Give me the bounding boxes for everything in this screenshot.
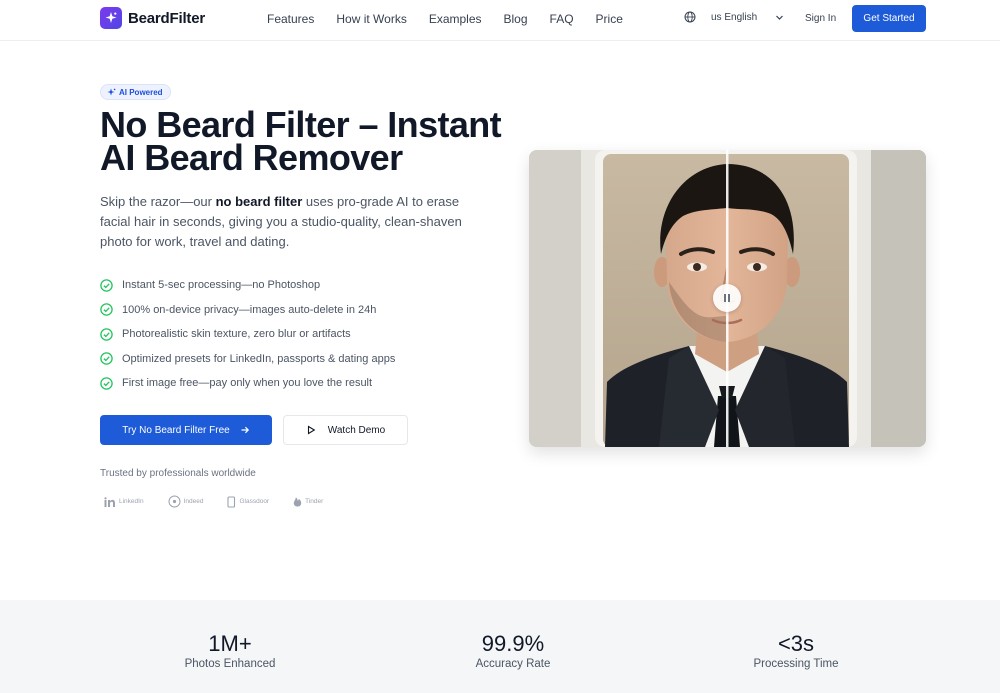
- page-title: No Beard Filter – Instant AI Beard Remov…: [100, 107, 520, 178]
- linkedin-label: LinkedIn: [119, 498, 144, 505]
- glassdoor-logo: Glassdoor: [227, 495, 270, 508]
- feature-item: Optimized presets for LinkedIn, passport…: [100, 347, 395, 372]
- indeed-label: Indeed: [183, 498, 204, 505]
- stat-value: <3s: [777, 631, 815, 656]
- linkedin-logo: LinkedIn: [104, 496, 144, 507]
- nav-link-blog[interactable]: Blog: [504, 12, 528, 26]
- watch-demo-button[interactable]: Watch Demo: [283, 415, 408, 445]
- check-circle-icon: [100, 328, 113, 341]
- sign-in-link[interactable]: Sign In: [805, 13, 836, 24]
- feature-item: 100% on-device privacy—images auto-delet…: [100, 298, 395, 323]
- indeed-logo: Indeed: [168, 495, 204, 508]
- indeed-icon: [168, 495, 181, 508]
- nav-link-how-it-works[interactable]: How it Works: [336, 12, 406, 26]
- watch-demo-label: Watch Demo: [327, 424, 386, 436]
- arrow-right-icon: [241, 426, 249, 434]
- sparkle-icon: [107, 88, 116, 95]
- ai-powered-badge: AI Powered: [100, 84, 171, 100]
- stat-label: Processing Time: [753, 658, 839, 670]
- try-free-label: Try No Beard Filter Free: [122, 424, 230, 436]
- top-navbar: BeardFilter Features How it Works Exampl…: [0, 0, 1000, 41]
- check-circle-icon: [100, 377, 113, 390]
- feature-text: Instant 5-sec processing—no Photoshop: [122, 279, 321, 292]
- glassdoor-icon: [227, 495, 236, 508]
- stat-label: Photos Enhanced: [184, 658, 276, 670]
- badge-label: AI Powered: [119, 87, 163, 97]
- intro-text-start: Skip the razor—our: [100, 194, 216, 209]
- check-circle-icon: [100, 352, 113, 365]
- tinder-label: Tinder: [305, 498, 324, 505]
- intro-keyword: no beard filter: [215, 194, 303, 209]
- chevron-down-icon: [776, 15, 784, 20]
- partner-logos: LinkedIn Indeed Glassdoor Tinder: [104, 495, 347, 508]
- feature-list: Instant 5-sec processing—no Photoshop 10…: [100, 273, 395, 396]
- nav-link-faq[interactable]: FAQ: [550, 12, 574, 26]
- tinder-logo: Tinder: [293, 496, 323, 507]
- title-line-2: AI Beard Remover: [100, 137, 403, 178]
- brand-name: BeardFilter: [128, 9, 205, 27]
- brand[interactable]: BeardFilter: [100, 7, 205, 29]
- hero-intro: Skip the razor—our no beard filter uses …: [100, 192, 490, 252]
- stat-photos-enhanced: 1M+ Photos Enhanced: [140, 631, 320, 671]
- get-started-button[interactable]: Get Started: [852, 5, 926, 32]
- linkedin-icon: [104, 496, 115, 507]
- stats-section: 1M+ Photos Enhanced 99.9% Accuracy Rate …: [0, 600, 1000, 693]
- trusted-by-label: Trusted by professionals worldwide: [100, 468, 256, 479]
- feature-text: Photorealistic skin texture, zero blur o…: [122, 328, 351, 341]
- feature-item: Photorealistic skin texture, zero blur o…: [100, 322, 395, 347]
- nav-link-examples[interactable]: Examples: [429, 12, 482, 26]
- pause-icon: [724, 294, 730, 302]
- stat-value: 1M+: [208, 631, 252, 656]
- flame-icon: [293, 497, 302, 507]
- feature-text: 100% on-device privacy—images auto-delet…: [122, 303, 377, 316]
- stat-accuracy-rate: 99.9% Accuracy Rate: [423, 631, 603, 671]
- feature-text: Optimized presets for LinkedIn, passport…: [122, 352, 396, 365]
- comparison-slider-handle[interactable]: [713, 284, 741, 312]
- nav-links: Features How it Works Examples Blog FAQ …: [267, 12, 645, 26]
- nav-link-price[interactable]: Price: [596, 12, 623, 26]
- play-icon: [307, 425, 316, 435]
- language-selector[interactable]: us English: [684, 11, 784, 23]
- feature-item: First image free—pay only when you love …: [100, 371, 395, 396]
- check-circle-icon: [100, 279, 113, 292]
- stat-label: Accuracy Rate: [475, 658, 551, 670]
- language-label: us English: [711, 11, 758, 23]
- glassdoor-label: Glassdoor: [239, 498, 270, 505]
- nav-link-features[interactable]: Features: [267, 12, 314, 26]
- stat-value: 99.9%: [481, 631, 545, 656]
- feature-item: Instant 5-sec processing—no Photoshop: [100, 273, 395, 298]
- stat-processing-time: <3s Processing Time: [706, 631, 886, 671]
- sparkle-icon: [100, 7, 122, 29]
- check-circle-icon: [100, 303, 113, 316]
- try-free-button[interactable]: Try No Beard Filter Free: [100, 415, 272, 445]
- feature-text: First image free—pay only when you love …: [122, 377, 373, 390]
- globe-icon: [684, 11, 696, 23]
